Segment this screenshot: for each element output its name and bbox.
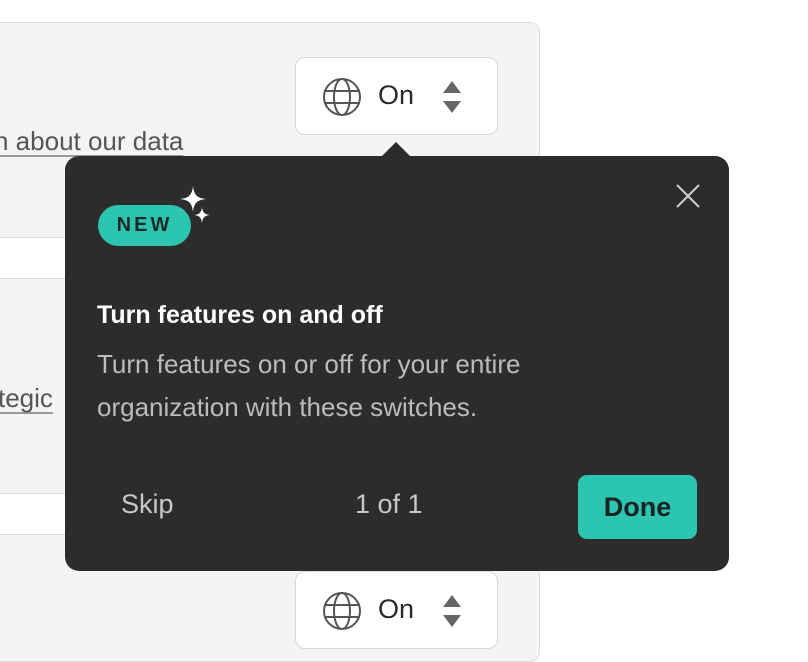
feature-toggle-select[interactable]: On xyxy=(295,57,498,135)
feature-toggle-select[interactable]: On xyxy=(295,571,498,649)
up-down-arrows-icon xyxy=(443,595,461,627)
new-badge: NEW xyxy=(98,205,191,246)
step-counter: 1 of 1 xyxy=(355,489,423,519)
select-value: On xyxy=(378,80,415,110)
data-info-link[interactable]: n about our data xyxy=(0,126,183,157)
close-icon[interactable] xyxy=(672,180,704,212)
strategic-link[interactable]: tegic xyxy=(0,383,53,414)
globe-icon xyxy=(323,592,361,630)
popover-description: Turn features on or off for your entire … xyxy=(97,349,521,422)
sparkle-icon xyxy=(194,207,210,223)
globe-icon xyxy=(323,78,361,116)
popover-caret xyxy=(381,142,411,157)
skip-button[interactable]: Skip xyxy=(121,489,174,520)
up-down-arrows-icon xyxy=(443,81,461,113)
done-button[interactable]: Done xyxy=(578,475,697,539)
popover-title: Turn features on and off xyxy=(97,301,383,329)
feature-tour-popover: NEW Turn features on and off Turn featur… xyxy=(65,156,729,571)
select-value: On xyxy=(378,594,415,624)
